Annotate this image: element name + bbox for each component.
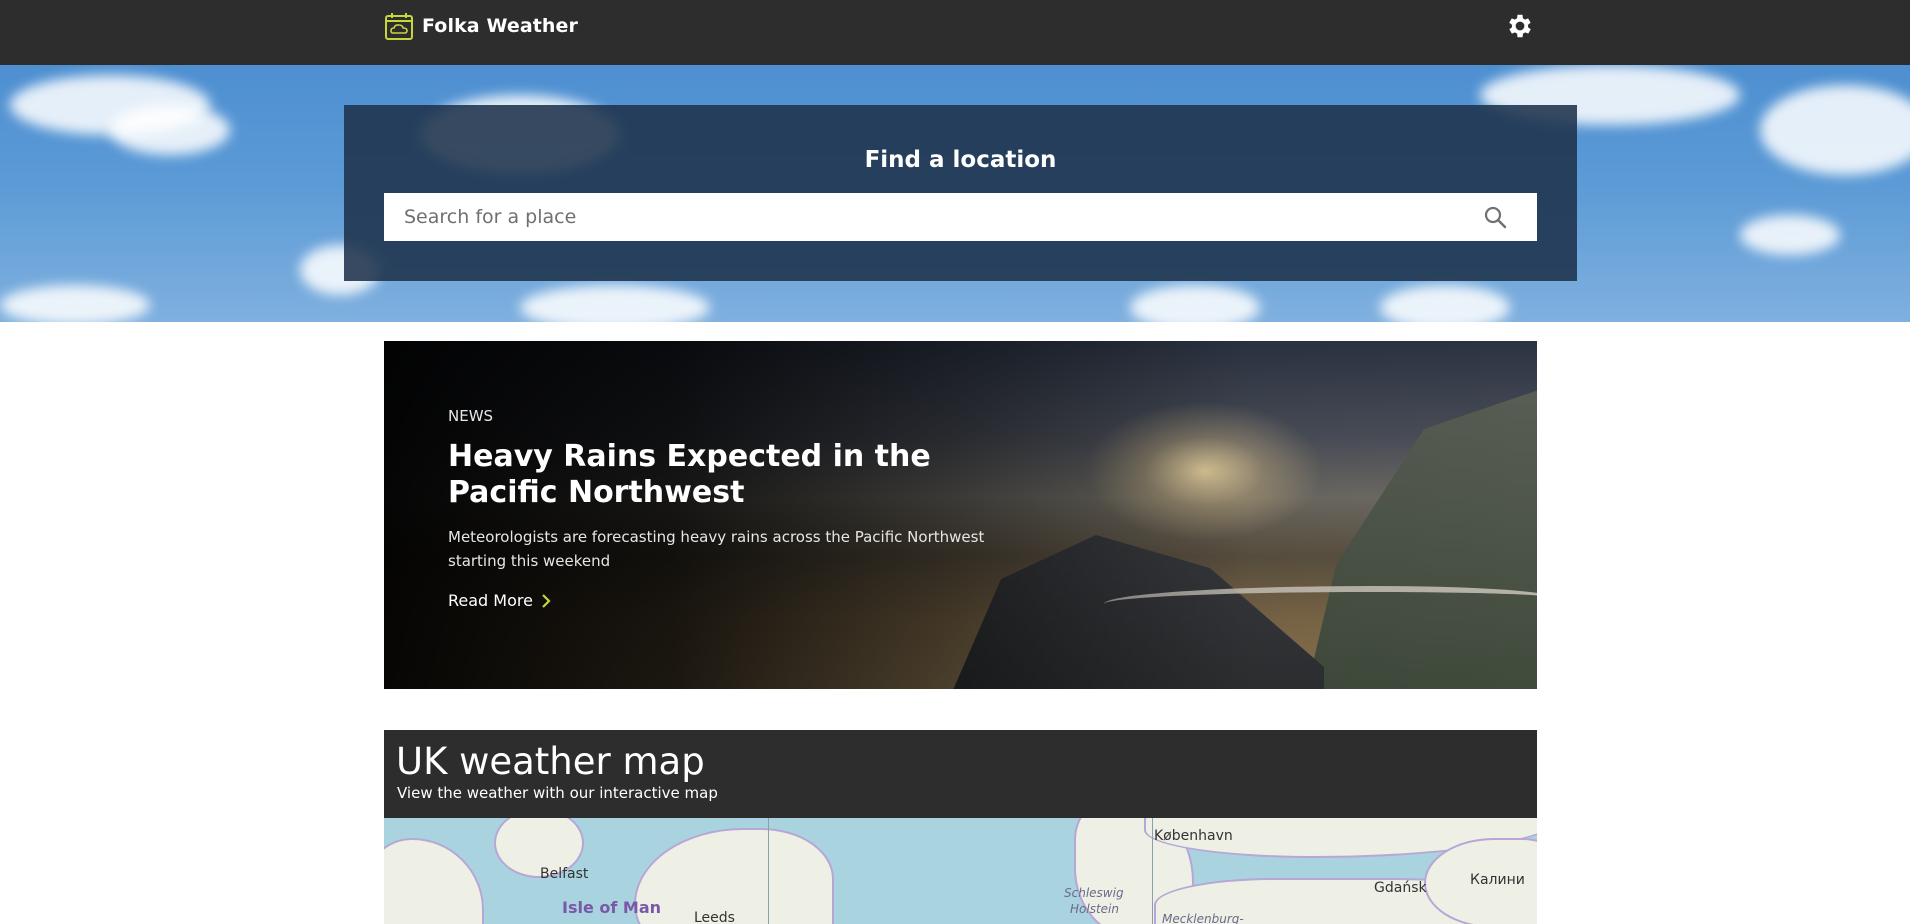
map-label-mecklenburg: Mecklenburg- bbox=[1162, 912, 1244, 924]
read-more-label: Read More bbox=[448, 591, 533, 610]
map-label-belfast: Belfast bbox=[540, 866, 589, 882]
search-box bbox=[384, 193, 1537, 241]
map-label-gdansk: Gdańsk bbox=[1374, 880, 1427, 896]
read-more-link[interactable]: Read More bbox=[448, 591, 551, 610]
search-input[interactable] bbox=[384, 193, 1464, 241]
map-label-leeds: Leeds bbox=[694, 910, 735, 924]
map-label-kobenhavn: København bbox=[1154, 828, 1233, 844]
brand-home-link[interactable]: Folka Weather bbox=[384, 11, 578, 41]
calendar-cloud-icon bbox=[385, 13, 413, 40]
map-subtitle: View the weather with our interactive ma… bbox=[397, 784, 718, 802]
map-label-schleswig: Schleswig bbox=[1064, 886, 1124, 900]
news-headline: Heavy Rains Expected in the Pacific Nort… bbox=[448, 439, 931, 510]
hero-sky-banner: Find a location bbox=[0, 65, 1910, 322]
chevron-right-icon bbox=[542, 593, 551, 608]
news-category-label: NEWS bbox=[448, 407, 494, 425]
search-icon[interactable] bbox=[1483, 205, 1507, 229]
map-section-header: UK weather map View the weather with our… bbox=[384, 730, 1537, 818]
brand-name: Folka Weather bbox=[422, 15, 578, 37]
map-title: UK weather map bbox=[396, 740, 705, 783]
top-navigation-bar: Folka Weather bbox=[0, 0, 1910, 65]
map-label-isle-of-man: Isle of Man bbox=[562, 898, 662, 917]
map-label-kalini: Калини bbox=[1470, 872, 1525, 888]
news-description: Meteorologists are forecasting heavy rai… bbox=[448, 528, 985, 570]
map-label-holstein: Holstein bbox=[1070, 902, 1119, 916]
search-title: Find a location bbox=[864, 147, 1057, 173]
find-location-panel: Find a location bbox=[344, 105, 1577, 281]
gear-icon[interactable] bbox=[1505, 11, 1535, 41]
interactive-weather-map[interactable]: Belfast Isle of Man Leeds København Schl… bbox=[384, 818, 1537, 924]
news-feature-card: NEWS Heavy Rains Expected in the Pacific… bbox=[384, 341, 1537, 689]
